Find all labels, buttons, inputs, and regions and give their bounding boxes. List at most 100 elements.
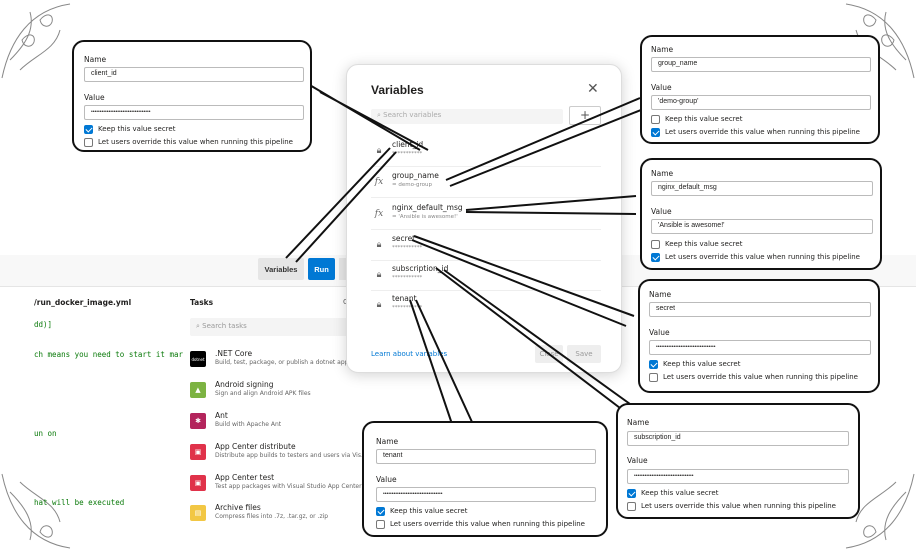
code-line: un on [34, 429, 57, 438]
keep-secret-label: Keep this value secret [98, 125, 176, 133]
override-label: Let users override this value when runni… [665, 253, 860, 261]
task-name: App Center test [215, 473, 275, 482]
override-checkbox[interactable]: Let users override this value when runni… [376, 520, 585, 529]
name-field[interactable]: subscription_id [627, 431, 849, 446]
task-name: Ant [215, 411, 228, 420]
name-label: Name [84, 55, 107, 64]
variable-value: *********** [392, 275, 423, 281]
task-item[interactable]: ▲ Android signing Sign and align Android… [190, 380, 360, 404]
add-variable-button[interactable]: + [569, 106, 601, 125]
variable-value: *********** [392, 151, 423, 157]
variable-value: *********** [392, 245, 423, 251]
override-checkbox[interactable]: Let users override this value when runni… [627, 502, 836, 511]
callout-nginx-default-msg: Name nginx_default_msg Value 'Ansible is… [640, 158, 882, 270]
value-label: Value [376, 475, 397, 484]
callout-tenant: Name tenant Value ••••••••••••••••••••••… [362, 421, 608, 537]
task-name: Archive files [215, 503, 261, 512]
corner-ornament-bottom-left [1, 473, 71, 549]
fx-icon: fx [374, 177, 384, 187]
keep-secret-label: Keep this value secret [641, 489, 719, 497]
close-icon[interactable]: ✕ [587, 81, 599, 97]
override-label: Let users override this value when runni… [641, 502, 836, 510]
task-desc: Build with Apache Ant [215, 421, 282, 428]
android-icon: ▲ [190, 382, 206, 398]
value-field[interactable]: •••••••••••••••••••••••••••••••••• [649, 340, 871, 355]
variables-button[interactable]: Variables [258, 258, 304, 280]
task-item[interactable]: ▣ App Center distribute Distribute app b… [190, 442, 367, 466]
variables-search-input[interactable]: ⌕ Search variables [371, 109, 563, 124]
name-field[interactable]: client_id [84, 67, 304, 82]
save-button[interactable]: Save [567, 345, 601, 363]
code-line: ch means you need to start it mar [34, 350, 184, 359]
variable-item-client-id[interactable]: 🔒︎ client_id *********** [371, 139, 601, 167]
task-item[interactable]: ▤ Archive files Compress files into .7z,… [190, 503, 360, 527]
dotnet-icon: dotnet [190, 351, 206, 367]
callout-secret: Name secret Value ••••••••••••••••••••••… [638, 279, 880, 393]
value-field[interactable]: •••••••••••••••••••••••••••••••••• [376, 487, 596, 502]
keep-secret-label: Keep this value secret [663, 360, 741, 368]
name-label: Name [376, 437, 399, 446]
variable-name: group_name [392, 171, 439, 180]
value-field[interactable]: 'Ansible is awesome!' [651, 219, 873, 234]
value-label: Value [651, 207, 672, 216]
variables-search-placeholder: Search variables [383, 111, 442, 119]
variable-value: = demo-group [392, 182, 433, 188]
variable-value: *********** [392, 305, 423, 311]
task-name: Android signing [215, 380, 274, 389]
variable-item-subscription-id[interactable]: 🔒︎ subscription_id *********** [371, 263, 601, 291]
override-label: Let users override this value when runni… [98, 138, 293, 146]
override-checkbox[interactable]: Let users override this value when runni… [651, 128, 860, 137]
task-item[interactable]: dotnet .NET Core Build, test, package, o… [190, 349, 365, 373]
value-label: Value [627, 456, 648, 465]
name-field[interactable]: tenant [376, 449, 596, 464]
value-field[interactable]: •••••••••••••••••••••••••••••••••• [84, 105, 304, 120]
override-checkbox[interactable]: Let users override this value when runni… [84, 138, 293, 147]
name-field[interactable]: secret [649, 302, 871, 317]
keep-secret-checkbox[interactable]: Keep this value secret [627, 489, 719, 498]
variable-item-nginx-default-msg[interactable]: fx nginx_default_msg = 'Ansible is aweso… [371, 202, 601, 230]
close-button[interactable]: Close [535, 345, 563, 363]
task-item[interactable]: ▣ App Center test Test app packages with… [190, 473, 362, 497]
app-center-icon: ▣ [190, 444, 206, 460]
task-search-placeholder: Search tasks [202, 322, 247, 330]
task-name: .NET Core [215, 349, 253, 358]
value-field[interactable]: •••••••••••••••••••••••••••••••••• [627, 469, 849, 484]
value-label: Value [649, 328, 670, 337]
variable-name: tenant [392, 294, 417, 303]
variable-name: client_id [392, 140, 424, 149]
variable-item-group-name[interactable]: fx group_name = demo-group [371, 170, 601, 198]
lock-icon: 🔒︎ [376, 270, 382, 280]
name-label: Name [627, 418, 650, 427]
variable-name: subscription_id [392, 264, 449, 273]
keep-secret-label: Keep this value secret [390, 507, 468, 515]
keep-secret-checkbox[interactable]: Keep this value secret [84, 125, 176, 134]
name-field[interactable]: group_name [651, 57, 871, 72]
variable-name: secret [392, 234, 416, 243]
learn-about-variables-link[interactable]: Learn about variables [371, 350, 447, 358]
task-desc: Distribute app builds to testers and use… [215, 452, 367, 459]
keep-secret-label: Keep this value secret [665, 115, 743, 123]
name-label: Name [651, 45, 674, 54]
name-field[interactable]: nginx_default_msg [651, 181, 873, 196]
keep-secret-checkbox[interactable]: Keep this value secret [376, 507, 468, 516]
variable-item-secret[interactable]: 🔒︎ secret *********** [371, 233, 601, 261]
value-field[interactable]: 'demo-group' [651, 95, 871, 110]
keep-secret-checkbox[interactable]: Keep this value secret [649, 360, 741, 369]
variable-item-tenant[interactable]: 🔒︎ tenant *********** [371, 293, 601, 321]
value-label: Value [651, 83, 672, 92]
code-line: dd)] [34, 320, 53, 329]
keep-secret-checkbox[interactable]: Keep this value secret [651, 115, 743, 124]
task-search-input[interactable]: ⌕ Search tasks [190, 318, 350, 336]
code-line: hat will be executed [34, 498, 125, 507]
ant-icon: ✱ [190, 413, 206, 429]
task-item[interactable]: ✱ Ant Build with Apache Ant [190, 411, 360, 435]
callout-client-id: Name client_id Value •••••••••••••••••••… [72, 40, 312, 152]
override-checkbox[interactable]: Let users override this value when runni… [651, 253, 860, 262]
run-button[interactable]: Run [308, 258, 335, 280]
archive-icon: ▤ [190, 505, 206, 521]
lock-icon: 🔒︎ [376, 300, 382, 310]
keep-secret-checkbox[interactable]: Keep this value secret [651, 240, 742, 249]
variables-panel-title: Variables [371, 83, 424, 97]
override-checkbox[interactable]: Let users override this value when runni… [649, 373, 858, 382]
callout-group-name: Name group_name Value 'demo-group' Keep … [640, 35, 880, 144]
